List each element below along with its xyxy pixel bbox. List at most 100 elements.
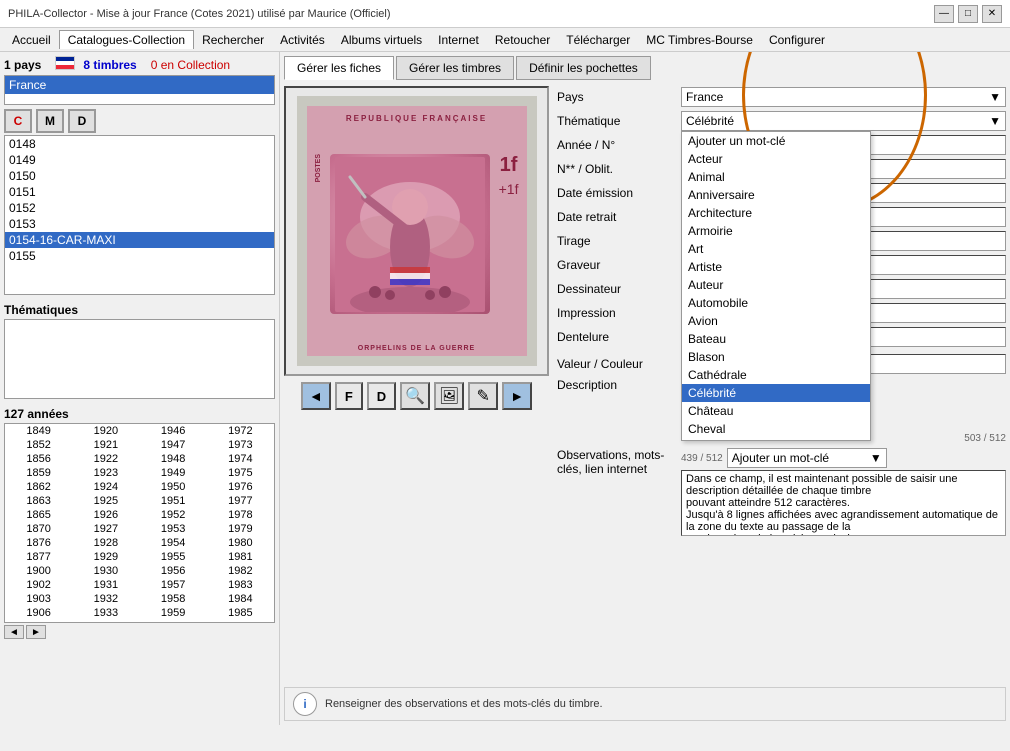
stamp-list[interactable]: 0148 0149 0150 0151 0152 0153 0154-16-CA… [4,135,275,295]
year-1870[interactable]: 1870 [5,522,72,536]
year-1984[interactable]: 1984 [207,592,274,606]
year-1977[interactable]: 1977 [207,494,274,508]
search-stamp-button[interactable]: 🔍 [400,382,430,410]
year-1954[interactable]: 1954 [140,536,207,550]
menu-activites[interactable]: Activités [272,31,333,49]
menu-configurer[interactable]: Configurer [761,31,833,49]
stamp-item-0151[interactable]: 0151 [5,184,274,200]
menu-internet[interactable]: Internet [430,31,487,49]
year-1957[interactable]: 1957 [140,578,207,592]
year-1859[interactable]: 1859 [5,466,72,480]
photo-button[interactable]: 🖼 [434,382,464,410]
thematique-item-artiste[interactable]: Artiste [682,258,870,276]
f-button[interactable]: F [335,382,363,410]
year-1948[interactable]: 1948 [140,452,207,466]
year-1852[interactable]: 1852 [5,438,72,452]
thematique-item-celebrite[interactable]: Célébrité [682,384,870,402]
close-button[interactable]: ✕ [982,5,1002,23]
maximize-button[interactable]: □ [958,5,978,23]
cmd-d-button[interactable]: D [68,109,96,133]
year-1902[interactable]: 1902 [5,578,72,592]
year-1974[interactable]: 1974 [207,452,274,466]
thematique-item-chateau[interactable]: Château [682,402,870,420]
year-1863[interactable]: 1863 [5,494,72,508]
thematique-item-automobile[interactable]: Automobile [682,294,870,312]
stamp-item-0148[interactable]: 0148 [5,136,274,152]
year-1980[interactable]: 1980 [207,536,274,550]
year-1986[interactable]: 1986 [207,620,274,623]
year-1862[interactable]: 1862 [5,480,72,494]
year-1900[interactable]: 1900 [5,564,72,578]
year-1947[interactable]: 1947 [140,438,207,452]
year-1979[interactable]: 1979 [207,522,274,536]
year-1972[interactable]: 1972 [207,424,274,438]
year-1959[interactable]: 1959 [140,606,207,620]
menu-telecharger[interactable]: Télécharger [558,31,638,49]
year-1906[interactable]: 1906 [5,606,72,620]
thematique-item-art[interactable]: Art [682,240,870,258]
thematique-item-armoirie[interactable]: Armoirie [682,222,870,240]
year-1930[interactable]: 1930 [72,564,139,578]
obs-textarea[interactable]: Dans ce champ, il est maintenant possibl… [681,470,1006,536]
year-1932[interactable]: 1932 [72,592,139,606]
minimize-button[interactable]: — [934,5,954,23]
thematique-item-architecture[interactable]: Architecture [682,204,870,222]
thematique-item-auteur[interactable]: Auteur [682,276,870,294]
year-1877[interactable]: 1877 [5,550,72,564]
year-1983[interactable]: 1983 [207,578,274,592]
thematique-item-animal[interactable]: Animal [682,168,870,186]
year-1952[interactable]: 1952 [140,508,207,522]
menu-albums[interactable]: Albums virtuels [333,31,430,49]
stamp-item-0150[interactable]: 0150 [5,168,274,184]
year-1927[interactable]: 1927 [72,522,139,536]
year-1922[interactable]: 1922 [72,452,139,466]
year-1934[interactable]: 1934 [72,620,139,623]
year-1951[interactable]: 1951 [140,494,207,508]
year-1865[interactable]: 1865 [5,508,72,522]
prev-stamp-button[interactable]: ◄ [301,382,331,410]
stamp-item-0153[interactable]: 0153 [5,216,274,232]
menu-catalogues[interactable]: Catalogues-Collection [59,30,194,49]
year-1960[interactable]: 1960 [140,620,207,623]
next-stamp-button[interactable]: ► [502,382,532,410]
country-list[interactable]: France [4,75,275,105]
cmd-c-button[interactable]: C [4,109,32,133]
year-1953[interactable]: 1953 [140,522,207,536]
thematique-dropdown-btn[interactable]: Célébrité ▼ [681,111,1006,131]
year-1924[interactable]: 1924 [72,480,139,494]
scroll-right-button[interactable]: ► [26,625,46,639]
stamp-item-0152[interactable]: 0152 [5,200,274,216]
menu-accueil[interactable]: Accueil [4,31,59,49]
year-1956[interactable]: 1956 [140,564,207,578]
stamp-item-0149[interactable]: 0149 [5,152,274,168]
year-1929[interactable]: 1929 [72,550,139,564]
year-1950[interactable]: 1950 [140,480,207,494]
year-1955[interactable]: 1955 [140,550,207,564]
thematique-item-anniversaire[interactable]: Anniversaire [682,186,870,204]
scroll-left-button[interactable]: ◄ [4,625,24,639]
year-1981[interactable]: 1981 [207,550,274,564]
year-1923[interactable]: 1923 [72,466,139,480]
year-1856[interactable]: 1856 [5,452,72,466]
country-item-france[interactable]: France [5,76,274,94]
year-1958[interactable]: 1958 [140,592,207,606]
obs-keyword-dropdown-btn[interactable]: Ajouter un mot-clé ▼ [727,448,887,468]
year-1949[interactable]: 1949 [140,466,207,480]
d-button[interactable]: D [367,382,396,410]
year-1928[interactable]: 1928 [72,536,139,550]
thematique-item-acteur[interactable]: Acteur [682,150,870,168]
year-1849[interactable]: 1849 [5,424,72,438]
year-1876[interactable]: 1876 [5,536,72,550]
stamp-item-0154[interactable]: 0154-16-CAR-MAXI [5,232,274,248]
thematique-item-blason[interactable]: Blason [682,348,870,366]
thematique-item-cinema[interactable]: Cinéma [682,438,870,441]
menu-retoucher[interactable]: Retoucher [487,31,558,49]
year-1898[interactable]: 1898 [5,620,72,623]
tab-gerer-timbres[interactable]: Gérer les timbres [396,56,514,80]
year-1973[interactable]: 1973 [207,438,274,452]
thematique-item-avion[interactable]: Avion [682,312,870,330]
year-1976[interactable]: 1976 [207,480,274,494]
year-1926[interactable]: 1926 [72,508,139,522]
year-1982[interactable]: 1982 [207,564,274,578]
year-1978[interactable]: 1978 [207,508,274,522]
